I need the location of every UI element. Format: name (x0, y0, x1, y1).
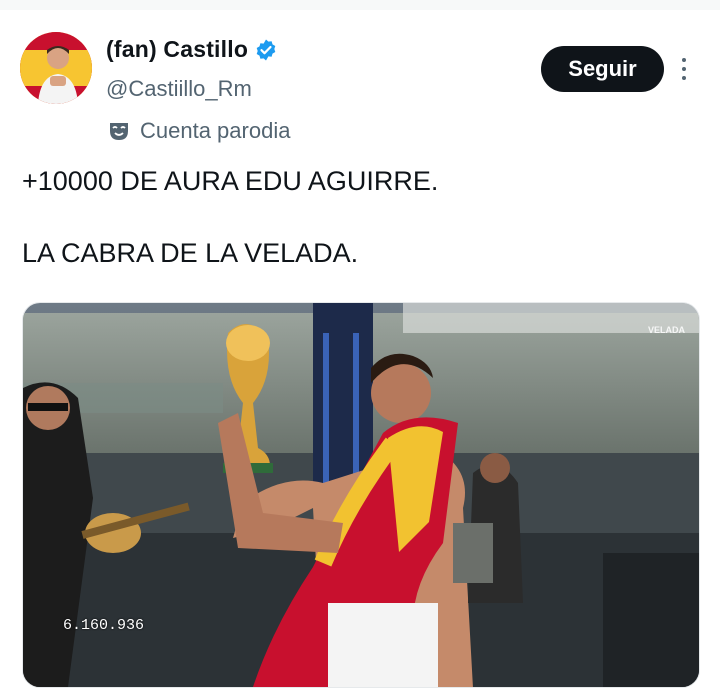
watermark-logo: VELADA (647, 325, 685, 335)
parody-label-row: Cuenta parodia (108, 118, 290, 144)
follow-button[interactable]: Seguir (541, 46, 664, 92)
parody-label: Cuenta parodia (140, 118, 291, 143)
tweet-text-line-1: +10000 DE AURA EDU AGUIRRE. (22, 166, 439, 196)
display-name[interactable]: (fan) Castillo (106, 36, 248, 63)
view-counter: 6.160.936 (63, 617, 145, 634)
top-divider (0, 0, 720, 10)
theater-mask-icon (110, 123, 128, 140)
verified-badge-icon (256, 39, 276, 60)
author-name-row[interactable]: (fan) Castillo (106, 36, 278, 63)
more-vertical-icon[interactable] (672, 52, 696, 86)
author-handle[interactable]: @Castiillo_Rm (106, 76, 252, 102)
avatar-image (20, 32, 92, 104)
tweet-text-line-2: LA CABRA DE LA VELADA. (22, 238, 359, 268)
tweet-media-image[interactable]: 6.160.936 VELADA (22, 302, 700, 688)
avatar[interactable] (20, 32, 92, 104)
